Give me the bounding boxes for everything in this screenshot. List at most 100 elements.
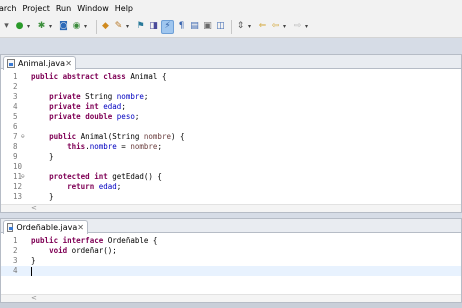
- code-text: private double peso;: [49, 112, 140, 121]
- search-icon[interactable]: ◆: [100, 21, 111, 33]
- forward-icon[interactable]: ⇨: [292, 21, 303, 33]
- tab-label: Ordeñable.java: [16, 223, 78, 232]
- code-line: 4 private int edad;: [1, 102, 461, 112]
- code-text: }: [31, 152, 54, 161]
- ant-icon[interactable]: ▤: [189, 21, 200, 33]
- editor-tabbar: Ordeñable.java ✕: [1, 219, 461, 234]
- code-text: }: [31, 256, 36, 265]
- hierarchy-icon[interactable]: ◫: [215, 21, 226, 33]
- java-file-icon: [7, 59, 15, 68]
- line-number: 2: [13, 82, 18, 91]
- line-number: 1: [13, 72, 18, 81]
- line-number: 12: [13, 182, 23, 191]
- chevron-down-icon[interactable]: ▾: [283, 23, 289, 30]
- line-number: 3: [13, 92, 18, 101]
- menu-run[interactable]: Run: [53, 4, 74, 13]
- code-line: 9 }: [1, 152, 461, 162]
- toolbar: ▾ ● ▾ ✱ ▾ ◙ ◉ ▾ ◆ ✎ ▾ ⚑ ◨ ⚡ ¶ ▤ ▣ ◫ ⇕ ▾ …: [0, 16, 462, 38]
- menu-search[interactable]: arch: [0, 4, 19, 13]
- editor-ordenable: Ordeñable.java ✕ 1 public interface Ordeñ…: [0, 218, 462, 303]
- code-line: 1 public interface Ordeñable {: [1, 236, 461, 246]
- code-text: }: [31, 192, 54, 201]
- code-area[interactable]: 1 public interface Ordeñable { 2 void ord…: [1, 233, 461, 276]
- code-area[interactable]: 1 public abstract class Animal { 2 3 priv…: [1, 69, 461, 202]
- code-text: public Animal(String nombre) {: [49, 132, 185, 141]
- text-caret: [31, 266, 32, 276]
- line-number: 13: [13, 192, 23, 201]
- last-edit-icon[interactable]: ⇐: [257, 21, 268, 33]
- run-icon[interactable]: ●: [14, 21, 25, 33]
- code-line: 3}: [1, 256, 461, 266]
- chevron-down-icon[interactable]: ▾: [305, 23, 311, 30]
- new-icon[interactable]: ▾: [1, 21, 12, 33]
- code-text: void ordeñar();: [49, 246, 117, 255]
- code-text: public interface Ordeñable {: [31, 236, 158, 245]
- code-line: 12 return edad;: [1, 182, 461, 192]
- chevron-down-icon[interactable]: ▾: [126, 23, 132, 30]
- line-number: 8: [13, 142, 18, 151]
- code-line: 2: [1, 82, 461, 92]
- pen-icon[interactable]: ✎: [113, 21, 124, 33]
- line-number: 4: [13, 102, 18, 111]
- code-line: 13 }: [1, 192, 461, 202]
- tab-label: Animal.java: [18, 59, 65, 68]
- outline-icon[interactable]: ¶: [176, 21, 187, 33]
- editor-animal: Animal.java ✕ 1 public abstract class Ani…: [0, 54, 462, 213]
- close-icon[interactable]: ✕: [65, 59, 72, 68]
- toolbar-separator: [231, 19, 232, 34]
- menu-help[interactable]: Help: [112, 4, 136, 13]
- java-file-icon: [7, 223, 14, 232]
- code-text: private int edad;: [49, 102, 126, 111]
- menu-window[interactable]: Window: [74, 4, 112, 13]
- code-text: public abstract class Animal {: [31, 72, 167, 81]
- fold-icon[interactable]: ⊖: [21, 132, 25, 142]
- code-line-current: 4: [1, 266, 461, 276]
- line-number: 10: [13, 162, 23, 171]
- bookmark-icon[interactable]: ⚑: [135, 21, 146, 33]
- code-text: [31, 266, 32, 276]
- next-annotation-icon[interactable]: ⇕: [235, 21, 246, 33]
- close-icon[interactable]: ✕: [77, 223, 84, 232]
- split-icon[interactable]: ⚡: [161, 19, 174, 34]
- chevron-down-icon[interactable]: ▾: [49, 23, 55, 30]
- horizontal-scrollbar[interactable]: <: [1, 204, 461, 212]
- horizontal-scrollbar[interactable]: <: [1, 294, 461, 302]
- line-number: 3: [13, 256, 18, 265]
- chevron-down-icon[interactable]: ▾: [248, 23, 254, 30]
- line-number: 9: [13, 152, 18, 161]
- code-text: return edad;: [67, 182, 122, 191]
- editor-tabbar: Animal.java ✕: [1, 55, 461, 70]
- code-text: protected int getEdad() {: [49, 172, 162, 181]
- chevron-down-icon[interactable]: ▾: [84, 23, 90, 30]
- code-line: 2 void ordeñar();: [1, 246, 461, 256]
- window-icon[interactable]: ▣: [202, 21, 213, 33]
- tab-animal-java[interactable]: Animal.java ✕: [3, 56, 76, 70]
- menu-project[interactable]: Project: [19, 4, 52, 13]
- code-line: 6: [1, 122, 461, 132]
- code-line: 1 public abstract class Animal {: [1, 72, 461, 82]
- line-number: 2: [13, 246, 18, 255]
- code-line: 5 private double peso;: [1, 112, 461, 122]
- code-line: 10: [1, 162, 461, 172]
- back-icon[interactable]: ⇦: [270, 21, 281, 33]
- menu-bar: arch Project Run Window Help: [0, 0, 462, 16]
- debug-icon[interactable]: ✱: [36, 21, 47, 33]
- build-icon[interactable]: ◉: [71, 21, 82, 33]
- toolbar-separator: [96, 19, 97, 34]
- tab-ordenable-java[interactable]: Ordeñable.java ✕: [3, 220, 88, 234]
- code-line: 3 private String nombre;: [1, 92, 461, 102]
- code-line: 11 ⊖ protected int getEdad() {: [1, 172, 461, 182]
- scroll-left-icon[interactable]: <: [31, 294, 37, 302]
- toggle-mark-icon[interactable]: ◨: [148, 21, 159, 33]
- chevron-down-icon[interactable]: ▾: [27, 23, 33, 30]
- scroll-left-icon[interactable]: <: [31, 204, 37, 212]
- line-number: 4: [13, 266, 18, 275]
- status-strip: [0, 303, 462, 308]
- code-text: private String nombre;: [49, 92, 149, 101]
- line-number: 1: [13, 236, 18, 245]
- code-line: 7 ⊖ public Animal(String nombre) {: [1, 132, 461, 142]
- code-text: this.nombre = nombre;: [67, 142, 162, 151]
- line-number: 6: [13, 122, 18, 131]
- open-type-icon[interactable]: ◙: [58, 21, 69, 33]
- fold-icon[interactable]: ⊖: [21, 172, 25, 182]
